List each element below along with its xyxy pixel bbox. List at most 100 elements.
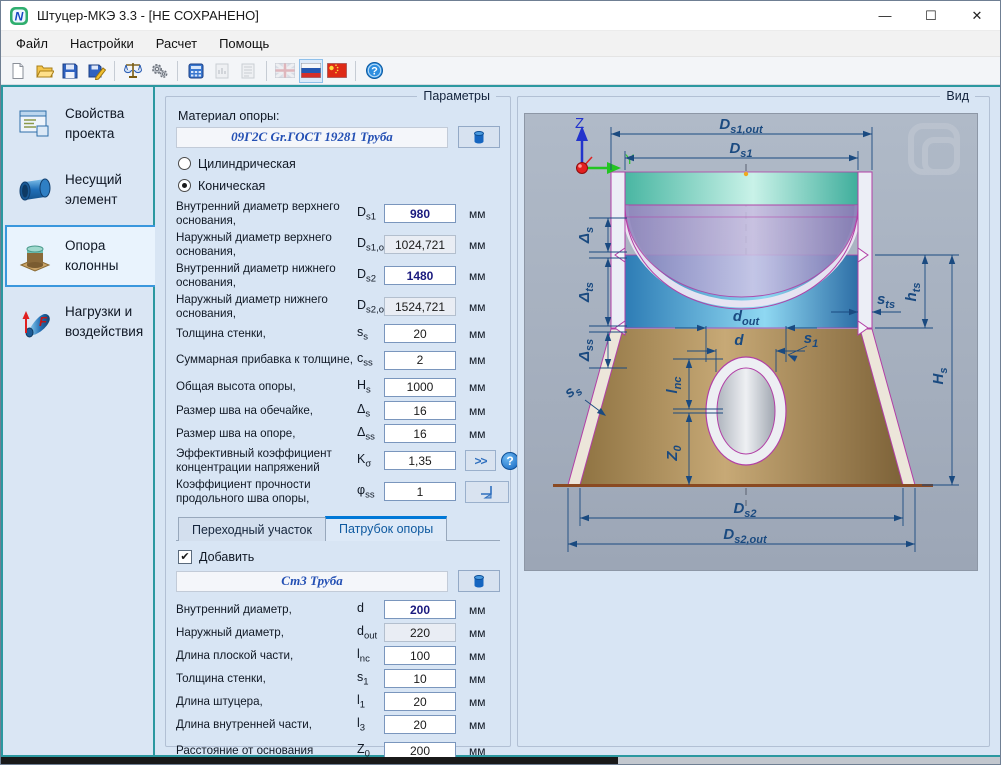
material-label: Материал опоры: [178, 109, 500, 123]
parameters-group: Параметры Материал опоры: 09Г2С Gr.ГОСТ … [165, 96, 511, 747]
checkbox-check-icon: ✔ [178, 550, 192, 564]
param-row: Коэффициент прочности продольного шва оп… [176, 476, 500, 507]
ss-input[interactable] [384, 324, 456, 343]
param-row: Общая высота опоры, Hs мм [176, 375, 500, 399]
open-file-icon[interactable] [32, 59, 56, 83]
ds1-input[interactable] [384, 204, 456, 223]
ksigma-more-button[interactable]: >> [465, 450, 496, 471]
nozzle-l1-input[interactable] [384, 692, 456, 711]
phi-ss-input[interactable] [384, 482, 456, 501]
sidebar-item-label: Нагрузки и воздействия [65, 302, 151, 343]
view-group: Вид [517, 96, 990, 747]
menu-help[interactable]: Помощь [208, 32, 280, 55]
param-row: Внутренний диаметр верхнего основания, D… [176, 198, 500, 229]
database-cylinder-icon [471, 129, 487, 146]
nozzle-lnc-input[interactable] [384, 646, 456, 665]
toolbar-separator [114, 61, 115, 81]
sidebar-item-label: Несущий элемент [65, 170, 151, 211]
app-window: N Штуцер-МКЭ 3.3 - [НЕ СОХРАНЕНО] — ☐ ✕ … [0, 0, 1001, 765]
ds2out-input [384, 297, 456, 316]
radio-circle-icon [178, 157, 191, 170]
toolbar-separator [355, 61, 356, 81]
maximize-button[interactable]: ☐ [908, 1, 954, 30]
toolbar-help-icon[interactable]: ? [362, 59, 386, 83]
shell-element-icon [13, 170, 57, 210]
window-title: Штуцер-МКЭ 3.3 - [НЕ СОХРАНЕНО] [37, 8, 259, 23]
radio-cylindrical[interactable]: Цилиндрическая [178, 154, 500, 173]
material-database-button[interactable] [458, 126, 500, 148]
ksigma-input[interactable] [384, 451, 456, 470]
weld-seam-button[interactable] [465, 481, 509, 503]
hs-input[interactable] [384, 378, 456, 397]
css-input[interactable] [384, 351, 456, 370]
column-support-icon [13, 236, 57, 276]
nozzle-material-database-button[interactable] [458, 570, 500, 592]
minimize-button[interactable]: — [862, 1, 908, 30]
calculator-icon[interactable] [184, 59, 208, 83]
save-icon[interactable] [58, 59, 82, 83]
param-row: Эффективный коэффициент концентрации нап… [176, 445, 500, 476]
language-chinese-icon[interactable] [325, 59, 349, 83]
new-document-icon[interactable] [6, 59, 30, 83]
sidebar-item-loads[interactable]: F Нагрузки и воздействия [5, 291, 153, 353]
language-russian-icon[interactable] [299, 59, 323, 83]
ds2-input[interactable] [384, 266, 456, 285]
language-english-icon[interactable] [273, 59, 297, 83]
add-nozzle-checkbox[interactable]: ✔ Добавить [178, 550, 500, 564]
param-row: Наружный диаметр верхнего основания, Ds1… [176, 229, 500, 260]
support-drawing-viewport[interactable]: Z Y [524, 113, 978, 571]
menu-calculation[interactable]: Расчет [145, 32, 208, 55]
loads-icon: F [13, 302, 57, 342]
database-cylinder-icon [471, 573, 487, 590]
app-logo-icon: N [9, 6, 29, 26]
delta-ss-input[interactable] [384, 424, 456, 443]
tab-support-nozzle[interactable]: Патрубок опоры [325, 516, 447, 541]
param-row: Наружный диаметр, dout мм [176, 621, 500, 644]
sidebar-item-label: Опора колонны [65, 236, 155, 277]
toolbar-separator [266, 61, 267, 81]
tab-transition-section[interactable]: Переходный участок [178, 517, 326, 541]
param-row: Длина штуцера, l1 мм [176, 690, 500, 713]
param-row: Толщина стенки, ss мм [176, 322, 500, 345]
menu-file[interactable]: Файл [5, 32, 59, 55]
view-group-title: Вид [940, 89, 975, 103]
nozzle-material-field[interactable]: Ст3 Труба [176, 571, 448, 592]
param-row: Внутренний диаметр, d мм [176, 598, 500, 621]
nozzle-dout-input [384, 623, 456, 642]
report-icon [210, 59, 234, 83]
delta-s-input[interactable] [384, 401, 456, 420]
svg-text:?: ? [371, 66, 378, 78]
toolbar-separator [177, 61, 178, 81]
support-material-field[interactable]: 09Г2С Gr.ГОСТ 19281 Труба [176, 127, 448, 148]
param-row: Суммарная прибавка к толщине, css мм [176, 345, 500, 375]
units-balance-icon[interactable] [121, 59, 145, 83]
radio-conical[interactable]: Коническая [178, 176, 500, 195]
param-row: Внутренний диаметр нижнего основания, Ds… [176, 260, 500, 291]
sidebar-item-column-support[interactable]: Опора колонны [5, 225, 155, 287]
nozzle-d-input[interactable] [384, 600, 456, 619]
menu-settings[interactable]: Настройки [59, 32, 145, 55]
screen-bottom-edge [1, 757, 1000, 765]
dim-d: d [734, 332, 744, 349]
ds1out-input [384, 235, 456, 254]
project-properties-icon [13, 104, 57, 144]
protocol-icon [236, 59, 260, 83]
menu-bar: Файл Настройки Расчет Помощь [1, 31, 1000, 57]
toolbar: ? [1, 57, 1000, 85]
support-drawing: Z Y [525, 114, 977, 570]
sidebar-item-project-properties[interactable]: Свойства проекта [5, 93, 153, 155]
svg-text:N: N [15, 9, 24, 23]
param-row: Длина внутренней части, l3 мм [176, 713, 500, 736]
close-button[interactable]: ✕ [954, 1, 1000, 30]
sidebar-item-shell-element[interactable]: Несущий элемент [5, 159, 153, 221]
param-row: Наружный диаметр нижнего основания, Ds2,… [176, 291, 500, 322]
param-row: Размер шва на опоре, Δss мм [176, 422, 500, 445]
settings-gears-icon[interactable] [147, 59, 171, 83]
param-row: Размер шва на обечайке, Δs мм [176, 399, 500, 422]
nozzle-s1-input[interactable] [384, 669, 456, 688]
title-bar: N Штуцер-МКЭ 3.3 - [НЕ СОХРАНЕНО] — ☐ ✕ [1, 1, 1000, 31]
client-area: Свойства проекта Несущий элемент Опора к… [1, 85, 1001, 757]
nozzle-l3-input[interactable] [384, 715, 456, 734]
sidebar: Свойства проекта Несущий элемент Опора к… [3, 87, 155, 755]
save-as-icon[interactable] [84, 59, 108, 83]
